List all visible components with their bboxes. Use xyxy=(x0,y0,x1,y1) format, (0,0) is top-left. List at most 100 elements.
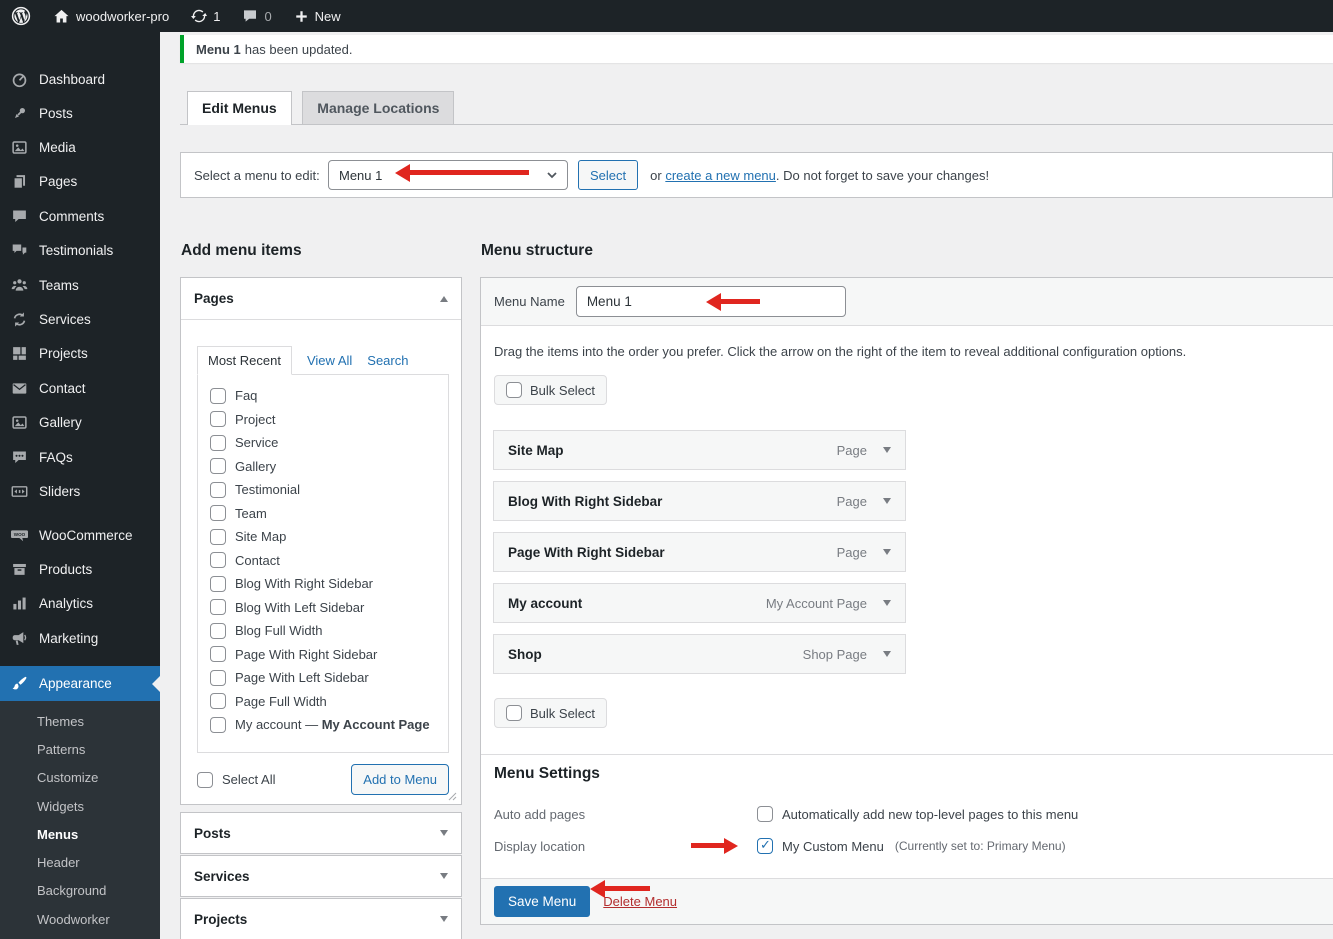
page-checkbox-item[interactable]: Blog With Left Sidebar xyxy=(210,596,448,620)
page-checkbox-item[interactable]: Team xyxy=(210,502,448,526)
menu-item-bar-site-map[interactable]: Site Map Page xyxy=(493,430,906,470)
page-checkbox-item[interactable]: Service xyxy=(210,431,448,455)
checkbox[interactable] xyxy=(210,458,226,474)
select-all-checkbox[interactable] xyxy=(197,772,213,788)
submenu-item-woodworker[interactable]: Woodworker xyxy=(0,905,160,933)
add-to-menu-button[interactable]: Add to Menu xyxy=(351,764,449,795)
bulk-select-checkbox[interactable] xyxy=(506,382,522,398)
page-checkbox-item[interactable]: Faq xyxy=(210,384,448,408)
menu-item-bar-shop[interactable]: Shop Shop Page xyxy=(493,634,906,674)
comments-menu[interactable]: 0 xyxy=(231,0,282,32)
page-checkbox-item[interactable]: Site Map xyxy=(210,525,448,549)
accordion-services[interactable]: Services xyxy=(180,855,462,897)
checkbox[interactable] xyxy=(210,529,226,545)
menu-item-bar-my-account[interactable]: My account My Account Page xyxy=(493,583,906,623)
checkbox[interactable] xyxy=(210,505,226,521)
sidebar-item-analytics[interactable]: Analytics xyxy=(0,587,160,621)
checkbox[interactable] xyxy=(210,670,226,686)
sidebar-item-testimonials[interactable]: Testimonials xyxy=(0,234,160,268)
sidebar-item-projects[interactable]: Projects xyxy=(0,337,160,371)
page-checkbox-item-my-account[interactable]: My account — My Account Page xyxy=(210,713,448,737)
sidebar-item-appearance[interactable]: Appearance xyxy=(0,666,160,701)
submenu-item-themes[interactable]: Themes xyxy=(0,707,160,735)
chevron-down-icon[interactable] xyxy=(440,916,448,926)
sidebar-item-sliders[interactable]: Sliders xyxy=(0,474,160,508)
tab-edit-menus[interactable]: Edit Menus xyxy=(187,91,292,125)
menu-item-bar-blog-right-sidebar[interactable]: Blog With Right Sidebar Page xyxy=(493,481,906,521)
sidebar-item-media[interactable]: Media xyxy=(0,130,160,164)
chevron-down-icon[interactable] xyxy=(883,447,891,457)
submenu-item-menus[interactable]: Menus xyxy=(0,820,160,848)
wordpress-logo-menu[interactable] xyxy=(0,0,42,32)
sidebar-item-gallery[interactable]: Gallery xyxy=(0,406,160,440)
sidebar-item-contact[interactable]: Contact xyxy=(0,371,160,405)
tab-most-recent[interactable]: Most Recent xyxy=(197,346,292,375)
sidebar-item-posts[interactable]: Posts xyxy=(0,96,160,130)
chevron-down-icon[interactable] xyxy=(883,549,891,559)
menu-item-bar-page-right-sidebar[interactable]: Page With Right Sidebar Page xyxy=(493,532,906,572)
bulk-select-bottom[interactable]: Bulk Select xyxy=(494,698,607,728)
sidebar-item-comments[interactable]: Comments xyxy=(0,199,160,233)
resize-handle[interactable] xyxy=(448,792,457,801)
sidebar-item-services[interactable]: Services xyxy=(0,302,160,336)
display-location-checkbox-checked[interactable] xyxy=(757,838,773,854)
page-checkbox-item[interactable]: Testimonial xyxy=(210,478,448,502)
select-all-control[interactable]: Select All xyxy=(197,768,275,792)
chevron-down-icon[interactable] xyxy=(883,498,891,508)
checkbox[interactable] xyxy=(210,599,226,615)
checkbox[interactable] xyxy=(210,388,226,404)
page-checkbox-item[interactable]: Blog With Right Sidebar xyxy=(210,572,448,596)
select-menu-button[interactable]: Select xyxy=(578,160,638,190)
sidebar-item-marketing[interactable]: Marketing xyxy=(0,621,160,655)
auto-add-checkbox[interactable] xyxy=(757,806,773,822)
delete-menu-link[interactable]: Delete Menu xyxy=(603,894,677,909)
submenu-item-header[interactable]: Header xyxy=(0,848,160,876)
checkbox[interactable] xyxy=(210,552,226,568)
checkbox[interactable] xyxy=(210,482,226,498)
bulk-select-top[interactable]: Bulk Select xyxy=(494,375,607,405)
sidebar-item-faqs[interactable]: FAQs xyxy=(0,440,160,474)
checkbox[interactable] xyxy=(210,717,226,733)
accordion-posts[interactable]: Posts xyxy=(180,812,462,854)
chevron-down-icon[interactable] xyxy=(440,830,448,840)
checkbox[interactable] xyxy=(210,693,226,709)
sidebar-item-products[interactable]: Products xyxy=(0,552,160,586)
page-checkbox-item[interactable]: Gallery xyxy=(210,455,448,479)
submenu-item-background[interactable]: Background xyxy=(0,877,160,905)
page-checkbox-item[interactable]: Page Full Width xyxy=(210,690,448,714)
sidebar-item-woocommerce[interactable]: WOO WooCommerce xyxy=(0,518,160,552)
menu-select-dropdown[interactable]: Menu 1 xyxy=(328,160,568,190)
submenu-item-customize[interactable]: Customize xyxy=(0,764,160,792)
collapse-up-icon[interactable] xyxy=(440,292,448,302)
tab-manage-locations[interactable]: Manage Locations xyxy=(302,91,454,125)
page-checkbox-item[interactable]: Contact xyxy=(210,549,448,573)
chevron-down-icon[interactable] xyxy=(883,651,891,661)
display-location-option[interactable]: My Custom Menu (Currently set to: Primar… xyxy=(757,838,1066,854)
submenu-item-theme-file-editor[interactable]: Theme File Editor xyxy=(0,933,160,939)
checkbox[interactable] xyxy=(210,576,226,592)
submenu-item-patterns[interactable]: Patterns xyxy=(0,735,160,763)
page-checkbox-item[interactable]: Project xyxy=(210,408,448,432)
sidebar-item-pages[interactable]: Pages xyxy=(0,165,160,199)
chevron-down-icon[interactable] xyxy=(883,600,891,610)
updates-menu[interactable]: 1 xyxy=(180,0,231,32)
auto-add-option[interactable]: Automatically add new top-level pages to… xyxy=(757,806,1078,822)
checkbox[interactable] xyxy=(210,646,226,662)
page-checkbox-item[interactable]: Blog Full Width xyxy=(210,619,448,643)
accordion-projects[interactable]: Projects xyxy=(180,898,462,939)
new-content-menu[interactable]: New xyxy=(283,0,352,32)
sidebar-item-dashboard[interactable]: Dashboard xyxy=(0,66,160,92)
chevron-down-icon[interactable] xyxy=(440,873,448,883)
page-checkbox-item[interactable]: Page With Left Sidebar xyxy=(210,666,448,690)
checkbox[interactable] xyxy=(210,623,226,639)
tab-view-all[interactable]: View All xyxy=(307,353,352,368)
checkbox[interactable] xyxy=(210,435,226,451)
tab-search[interactable]: Search xyxy=(367,353,408,368)
bulk-select-checkbox[interactable] xyxy=(506,705,522,721)
sidebar-item-teams[interactable]: Teams xyxy=(0,268,160,302)
site-name-menu[interactable]: woodworker-pro xyxy=(42,0,180,32)
page-checkbox-item[interactable]: Page With Right Sidebar xyxy=(210,643,448,667)
create-new-menu-link[interactable]: create a new menu xyxy=(665,168,776,183)
pages-panel-header[interactable]: Pages xyxy=(181,278,461,320)
checkbox[interactable] xyxy=(210,411,226,427)
